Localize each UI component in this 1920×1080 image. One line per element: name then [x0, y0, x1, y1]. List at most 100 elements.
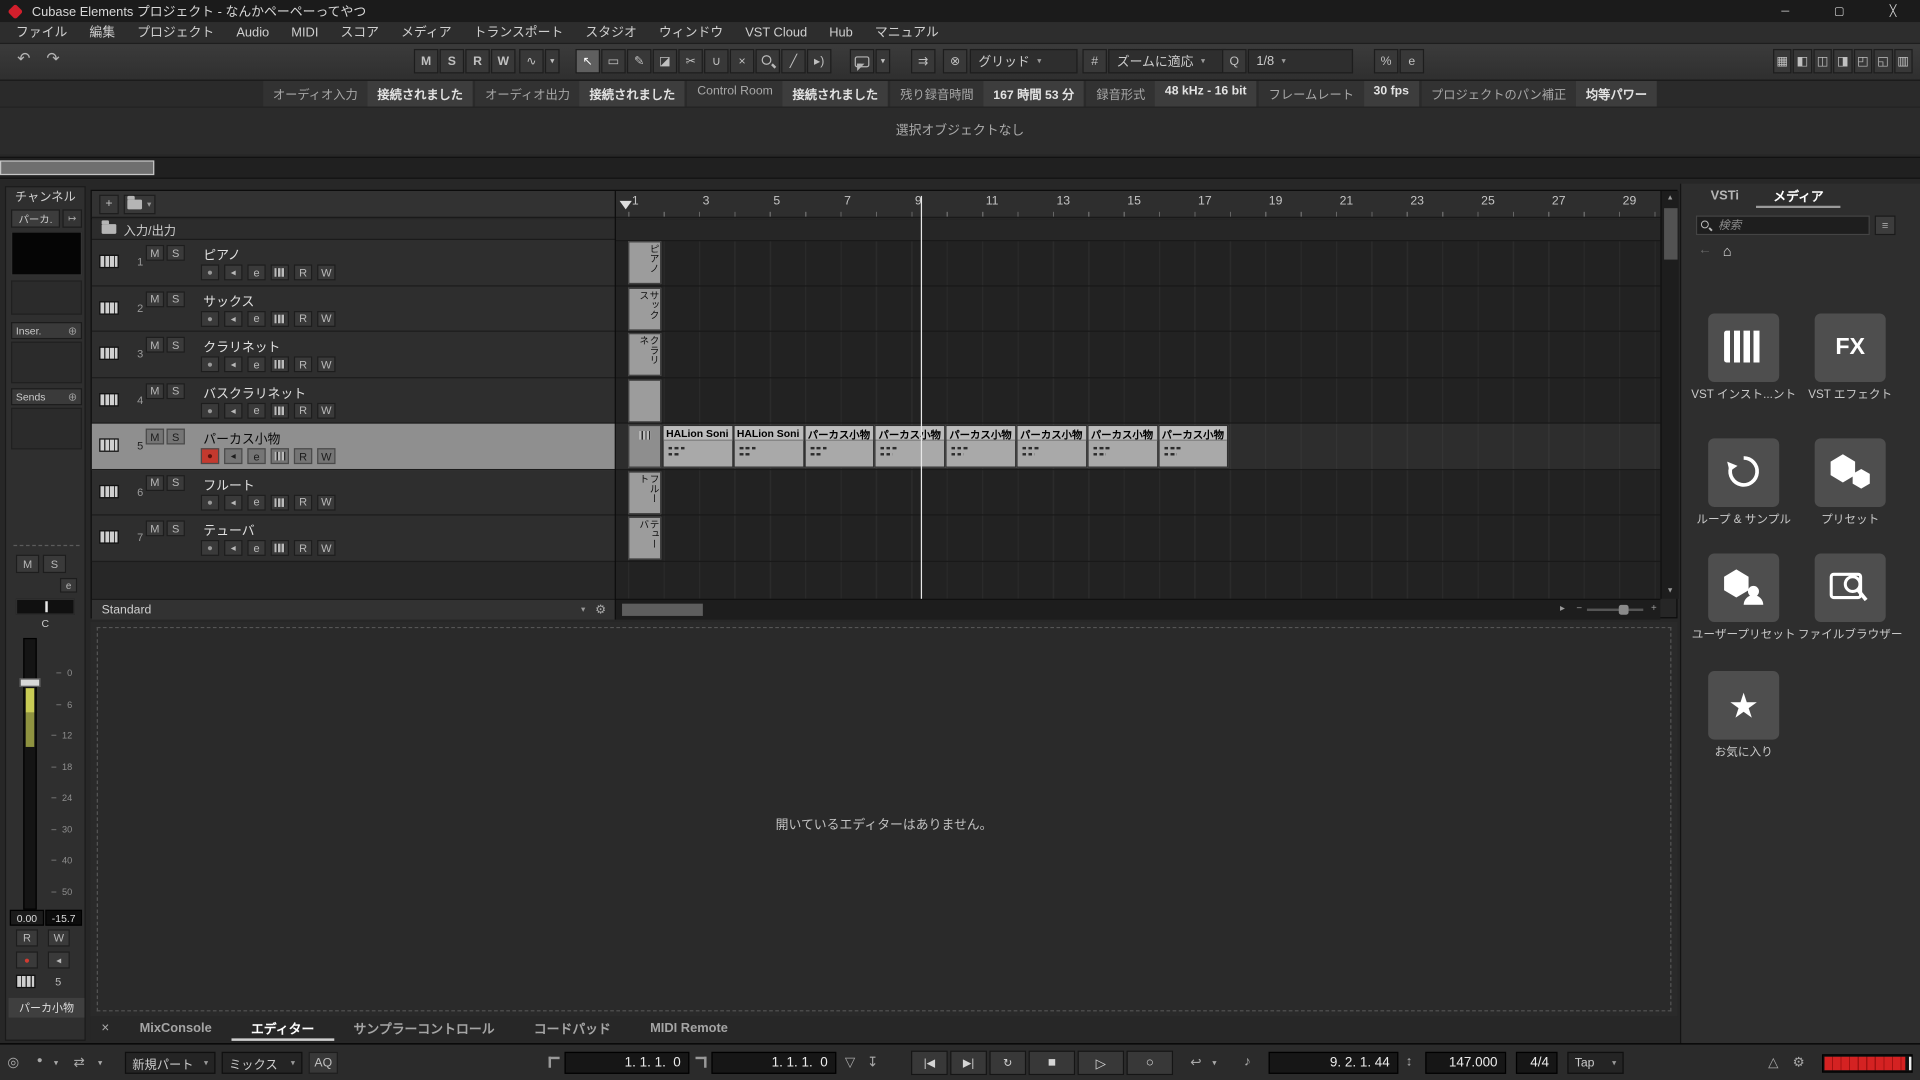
workspace-layout-icon[interactable]: ◧ — [1793, 49, 1812, 73]
track-lane[interactable] — [616, 240, 1660, 286]
io-dropdown-icon[interactable]: ▾ — [98, 1058, 102, 1068]
lower-zone-tab[interactable]: コードパッド — [514, 1016, 630, 1040]
track-edit-button[interactable]: e — [247, 448, 265, 464]
workspace-layout-icon[interactable]: ◰ — [1853, 49, 1872, 73]
menu-item[interactable]: MIDI — [280, 22, 329, 43]
timeline-ruler[interactable]: 1357911131517192123252729 — [616, 191, 1660, 218]
record-button[interactable]: ○ — [1127, 1051, 1174, 1075]
menu-item[interactable]: スタジオ — [574, 22, 647, 43]
track-record-button[interactable]: ● — [201, 264, 219, 280]
status-value[interactable]: 均等パワー — [1576, 81, 1657, 107]
track-midi-icon[interactable] — [271, 448, 289, 464]
tempo-track-icon[interactable]: ↕ — [1406, 1054, 1413, 1069]
fader-value[interactable]: 0.00 — [10, 910, 44, 926]
record-mode-icon[interactable]: ◎ — [7, 1054, 19, 1070]
track-solo-button[interactable]: S — [167, 291, 185, 307]
split-tool[interactable]: ✂ — [678, 49, 702, 73]
track-start-part[interactable]: クラリネ — [628, 333, 661, 376]
punch-filter-icon[interactable]: ▽ — [845, 1054, 855, 1070]
track-edit-button[interactable]: e — [247, 356, 265, 372]
midi-part[interactable]: パーカス小物 — [804, 425, 875, 468]
user-presets-tile-icon[interactable] — [1708, 553, 1779, 622]
minimize-button[interactable]: ─ — [1758, 0, 1812, 22]
track-read-button[interactable]: R — [294, 310, 312, 326]
track-row[interactable]: 7 M S テューバ ● ◂ e R W — [92, 516, 616, 562]
status-value[interactable]: 48 kHz - 16 bit — [1155, 81, 1256, 107]
automation-dropdown-icon[interactable]: ▾ — [545, 49, 560, 73]
presets-tile-icon[interactable] — [1815, 438, 1886, 507]
track-mute-button[interactable]: M — [146, 474, 164, 490]
menu-item[interactable]: スコア — [329, 22, 390, 43]
cycle-button[interactable]: ↻ — [989, 1051, 1026, 1075]
workspace-layout-icon[interactable]: ◫ — [1813, 49, 1832, 73]
draw-tool[interactable]: ✎ — [627, 49, 651, 73]
track-preset-name[interactable]: Standard — [102, 603, 152, 616]
track-list-settings-gear-icon[interactable]: ⚙ — [595, 603, 606, 616]
channel-write-button[interactable]: W — [48, 929, 70, 946]
tap-tempo-button[interactable]: Tap▾ — [1567, 1052, 1623, 1074]
track-write-button[interactable]: W — [317, 264, 335, 280]
track-read-button[interactable]: R — [294, 402, 312, 418]
mute-tool[interactable]: × — [730, 49, 754, 73]
lower-zone-tab[interactable]: エディター — [231, 1016, 334, 1040]
zoom-slider[interactable] — [1587, 609, 1643, 611]
lower-zone-close-button[interactable]: × — [91, 1021, 120, 1036]
channel-name[interactable]: パーカ小物 — [9, 998, 85, 1018]
horizontal-scrollbar[interactable]: ▸ − + — [616, 599, 1660, 620]
scroll-right-button[interactable]: ▸ — [1560, 602, 1565, 613]
track-mute-button[interactable]: M — [146, 337, 164, 353]
track-write-button[interactable]: W — [317, 402, 335, 418]
track-write-button[interactable]: W — [317, 356, 335, 372]
vst-instruments-tile-icon[interactable] — [1708, 313, 1779, 382]
lower-zone-tab[interactable]: サンプラーコントロール — [334, 1016, 514, 1040]
track-mute-button[interactable]: M — [146, 245, 164, 261]
menu-item[interactable]: ファイル — [5, 22, 78, 43]
scroll-up-button[interactable]: ▲ — [1662, 195, 1679, 202]
redo-button[interactable]: ↷ — [39, 49, 67, 69]
track-edit-button[interactable]: e — [247, 264, 265, 280]
track-row[interactable]: 4 M S バスクラリネット ● ◂ e R W — [92, 378, 616, 424]
time-signature-display[interactable]: 4/4 — [1516, 1052, 1558, 1074]
inserts-section[interactable]: Inser.⊕ — [11, 322, 82, 339]
workspace-layout-icon[interactable]: ◨ — [1833, 49, 1852, 73]
track-start-part[interactable]: テューバ — [628, 517, 661, 560]
track-start-part[interactable] — [628, 379, 661, 422]
zoom-slider-handle[interactable] — [1619, 605, 1629, 615]
automation-button[interactable]: M — [414, 49, 438, 73]
track-solo-button[interactable]: S — [167, 245, 185, 261]
status-value[interactable]: 30 fps — [1364, 81, 1419, 107]
track-record-button[interactable]: ● — [201, 356, 219, 372]
new-part-dropdown[interactable]: 新規パート▾ — [125, 1052, 216, 1074]
track-solo-button[interactable]: S — [167, 520, 185, 536]
track-monitor-button[interactable]: ◂ — [224, 402, 242, 418]
pan-control[interactable] — [16, 599, 75, 615]
channel-tab[interactable]: パーカ. — [11, 209, 60, 227]
status-value[interactable]: 接続されました — [783, 81, 888, 107]
track-start-part[interactable]: フルート — [628, 471, 661, 514]
lower-zone-tab[interactable]: MIDI Remote — [630, 1016, 747, 1040]
track-monitor-button[interactable]: ◂ — [224, 264, 242, 280]
track-edit-button[interactable]: e — [247, 494, 265, 510]
track-midi-icon[interactable] — [271, 540, 289, 556]
scroll-down-button[interactable]: ▼ — [1662, 588, 1679, 595]
quantize-panel-button[interactable]: e — [1400, 49, 1424, 73]
workspace-layout-icon[interactable]: ▦ — [1773, 49, 1792, 73]
automation-button[interactable]: R — [465, 49, 489, 73]
track-write-button[interactable]: W — [317, 540, 335, 556]
aq-button[interactable]: AQ — [309, 1052, 338, 1074]
preset-dropdown-icon[interactable]: ▾ — [581, 605, 585, 615]
favorites-tile-icon[interactable]: ★ — [1708, 671, 1779, 740]
midi-part[interactable]: HALion Soni — [733, 425, 804, 468]
file-browser-tile-icon[interactable] — [1815, 553, 1886, 622]
play-tool[interactable]: ▸) — [807, 49, 831, 73]
track-lane[interactable] — [616, 332, 1660, 378]
midi-part[interactable]: パーカス小物 — [1016, 425, 1087, 468]
track-record-button[interactable]: ● — [201, 540, 219, 556]
tempo-display[interactable]: 147.000 — [1425, 1052, 1506, 1074]
sends-slots[interactable] — [11, 408, 82, 450]
track-mute-button[interactable]: M — [146, 429, 164, 445]
track-write-button[interactable]: W — [317, 448, 335, 464]
midi-part[interactable]: HALion Soni — [662, 425, 733, 468]
channel-record-button[interactable]: ● — [16, 951, 38, 968]
project-overview[interactable] — [0, 157, 1920, 179]
